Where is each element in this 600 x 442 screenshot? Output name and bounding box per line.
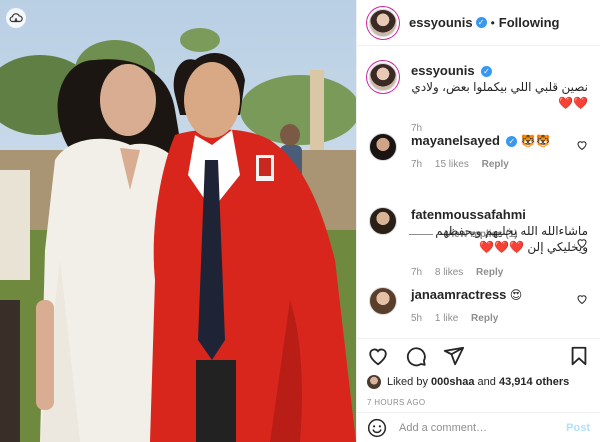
comment-likes[interactable]: 8 likes [435,267,463,278]
caption-text: نصين قلبي اللي بيكملوا بعض، ولادي ❤️❤️ [411,80,588,110]
comment-likes[interactable]: 15 likes [435,159,469,170]
comment-text: ماشاءالله الله يخليهم ويحفظهم ويخليكي إل… [435,224,588,254]
comment-body: fatenmoussafahmi ماشاءالله الله يخليهم و… [411,207,588,281]
caption-username[interactable]: essyounis [411,63,475,78]
liked-by: Liked by 000shaa and 43,914 others [367,375,590,389]
post-header: essyounis ✓ • Following [357,0,600,46]
comment-item: mayanelsayed ✓ 🐯🐯 7h 15 likes Reply [369,133,588,173]
verified-badge-icon: ✓ [475,17,487,28]
liked-by-others[interactable]: 43,914 others [499,376,569,388]
comment-meta: 7h 8 likes Reply [411,265,588,281]
comment-likes[interactable]: 1 like [435,313,458,324]
post-timestamp[interactable]: 7 HOURS AGO [367,398,590,407]
comment-body: mayanelsayed ✓ 🐯🐯 7h 15 likes Reply [411,133,588,173]
like-heart-icon[interactable] [367,345,389,367]
author-avatar[interactable] [369,8,397,37]
comment-item: janaamractress 😍 5h 1 like Reply [369,287,588,327]
like-comment-heart-icon[interactable] [576,237,588,249]
cloud-icon[interactable] [6,8,26,28]
like-comment-heart-icon[interactable] [576,293,588,305]
post-photo[interactable] [0,0,356,442]
liked-by-and: and [477,376,496,388]
comment-time[interactable]: 5h [411,313,422,324]
verified-badge-icon: ✓ [480,66,492,77]
reply-button[interactable]: Reply [476,267,503,278]
author-username[interactable]: essyounis [409,15,473,30]
liked-by-user[interactable]: 000shaa [431,376,474,388]
comment-input[interactable] [399,421,567,434]
comment-username[interactable]: janaamractress [411,287,506,302]
comment-body: janaamractress 😍 5h 1 like Reply [411,287,588,327]
photo-illustration [0,0,356,442]
verified-badge-icon: ✓ [506,136,518,147]
comment-item: fatenmoussafahmi ماشاءالله الله يخليهم و… [369,207,588,281]
post-detail-panel: essyounis ✓ • Following essyounis ✓ نصين… [356,0,600,442]
comment-time[interactable]: 7h [411,267,422,278]
comment-meta: 7h 15 likes Reply [411,157,588,173]
comment-icon[interactable] [405,345,427,367]
following-button[interactable]: Following [499,15,560,30]
comments-list[interactable]: essyounis ✓ نصين قلبي اللي بيكملوا بعض، … [357,47,600,337]
comment-avatar[interactable] [369,133,397,161]
comment-text: 🐯🐯 [520,134,551,148]
caption: essyounis ✓ نصين قلبي اللي بيكملوا بعض، … [369,63,588,137]
save-bookmark-icon[interactable] [568,345,590,367]
author-info: essyounis ✓ • Following [409,15,559,30]
emoji-icon[interactable] [367,418,387,438]
comment-username[interactable]: mayanelsayed [411,133,500,148]
action-icons [367,343,590,369]
add-comment-bar: Post [357,412,600,442]
comment-avatar[interactable] [369,287,397,315]
comment-avatar[interactable] [369,207,397,235]
like-comment-heart-icon[interactable] [576,139,588,151]
share-icon[interactable] [443,345,465,367]
comment-time[interactable]: 7h [411,159,422,170]
comment-username[interactable]: fatenmoussafahmi [411,207,526,222]
liked-by-avatar[interactable] [367,375,381,389]
comment-text: 😍 [509,288,523,302]
post-comment-button[interactable]: Post [566,422,590,434]
caption-avatar[interactable] [369,63,397,91]
liked-by-prefix: Liked by [387,376,428,388]
reply-button[interactable]: Reply [471,313,498,324]
caption-body: essyounis ✓ نصين قلبي اللي بيكملوا بعض، … [411,63,588,137]
separator-dot: • [490,15,495,30]
reply-button[interactable]: Reply [482,159,509,170]
comment-meta: 5h 1 like Reply [411,311,588,327]
